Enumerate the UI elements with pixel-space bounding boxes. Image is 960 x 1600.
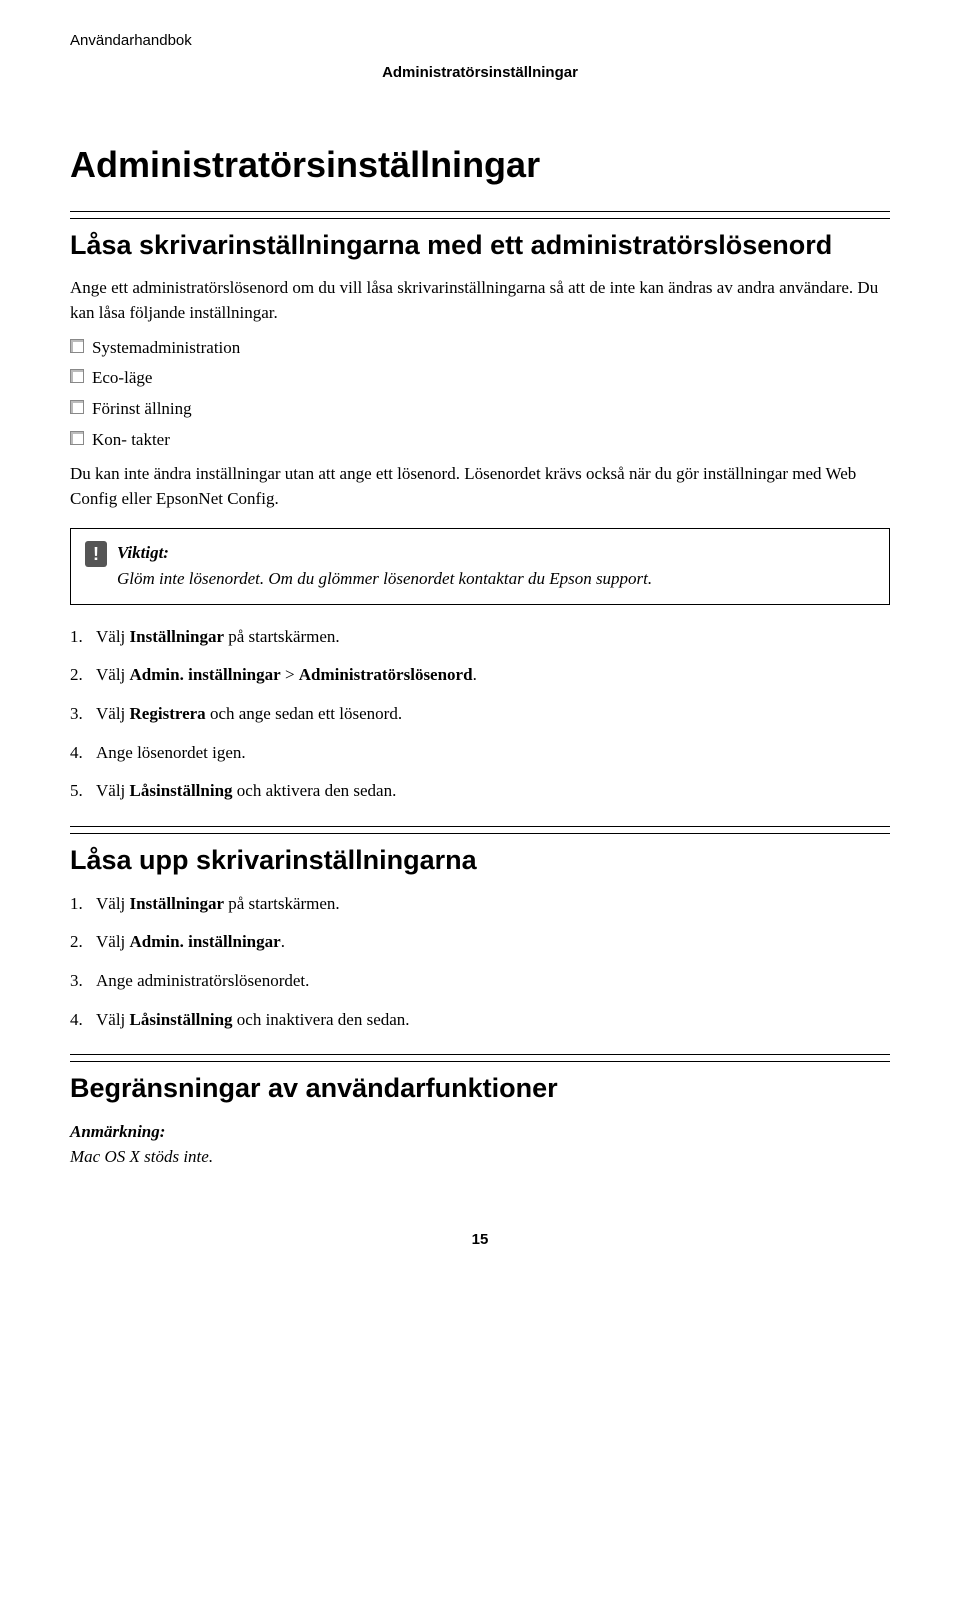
intro-paragraph: Ange ett administratörslösenord om du vi… — [70, 276, 890, 325]
section-heading-unlock: Låsa upp skrivarinställningarna — [70, 844, 890, 878]
note-body: Mac OS X stöds inte. — [70, 1145, 890, 1170]
step: Ange lösenordet igen. — [70, 741, 890, 766]
step: Välj Låsinställning och inaktivera den s… — [70, 1008, 890, 1033]
page-title: Administratörsinställningar — [70, 139, 890, 191]
bullet-icon — [70, 400, 84, 414]
bullet-icon — [70, 339, 84, 353]
lockable-settings-list: Systemadministration Eco-läge Förinst äl… — [70, 336, 890, 453]
bullet-icon — [70, 369, 84, 383]
steps-lock: Välj Inställningar på startskärmen. Välj… — [70, 625, 890, 804]
list-item: Eco-läge — [70, 366, 890, 391]
note-label: Anmärkning: — [70, 1120, 890, 1145]
section-heading-lock: Låsa skrivarinställningarna med ett admi… — [70, 229, 890, 263]
steps-unlock: Välj Inställningar på startskärmen. Välj… — [70, 892, 890, 1033]
step: Välj Registrera och ange sedan ett lösen… — [70, 702, 890, 727]
step: Välj Inställningar på startskärmen. — [70, 625, 890, 650]
step: Välj Inställningar på startskärmen. — [70, 892, 890, 917]
divider — [70, 1061, 890, 1062]
callout-body: Glöm inte lösenordet. Om du glömmer löse… — [117, 567, 652, 592]
warning-icon: ! — [85, 541, 107, 567]
list-item: Kon- takter — [70, 428, 890, 453]
list-item-label: Förinst ällning — [92, 397, 192, 422]
step: Välj Admin. inställningar. — [70, 930, 890, 955]
list-item-label: Kon- takter — [92, 428, 170, 453]
running-header-left: Användarhandbok — [70, 30, 890, 52]
important-callout: ! Viktigt: Glöm inte lösenordet. Om du g… — [70, 528, 890, 605]
section-heading-restrict: Begränsningar av användarfunktioner — [70, 1072, 890, 1106]
divider — [70, 218, 890, 219]
callout-title: Viktigt: — [117, 541, 652, 566]
list-item: Förinst ällning — [70, 397, 890, 422]
after-bullets-paragraph: Du kan inte ändra inställningar utan att… — [70, 462, 890, 511]
list-item-label: Systemadministration — [92, 336, 240, 361]
divider — [70, 833, 890, 834]
running-header-center: Administratörsinställningar — [70, 62, 890, 84]
list-item-label: Eco-läge — [92, 366, 152, 391]
step: Ange administratörslösenordet. — [70, 969, 890, 994]
list-item: Systemadministration — [70, 336, 890, 361]
page-number: 15 — [70, 1229, 890, 1251]
step: Välj Låsinställning och aktivera den sed… — [70, 779, 890, 804]
step: Välj Admin. inställningar > Administratö… — [70, 663, 890, 688]
bullet-icon — [70, 431, 84, 445]
